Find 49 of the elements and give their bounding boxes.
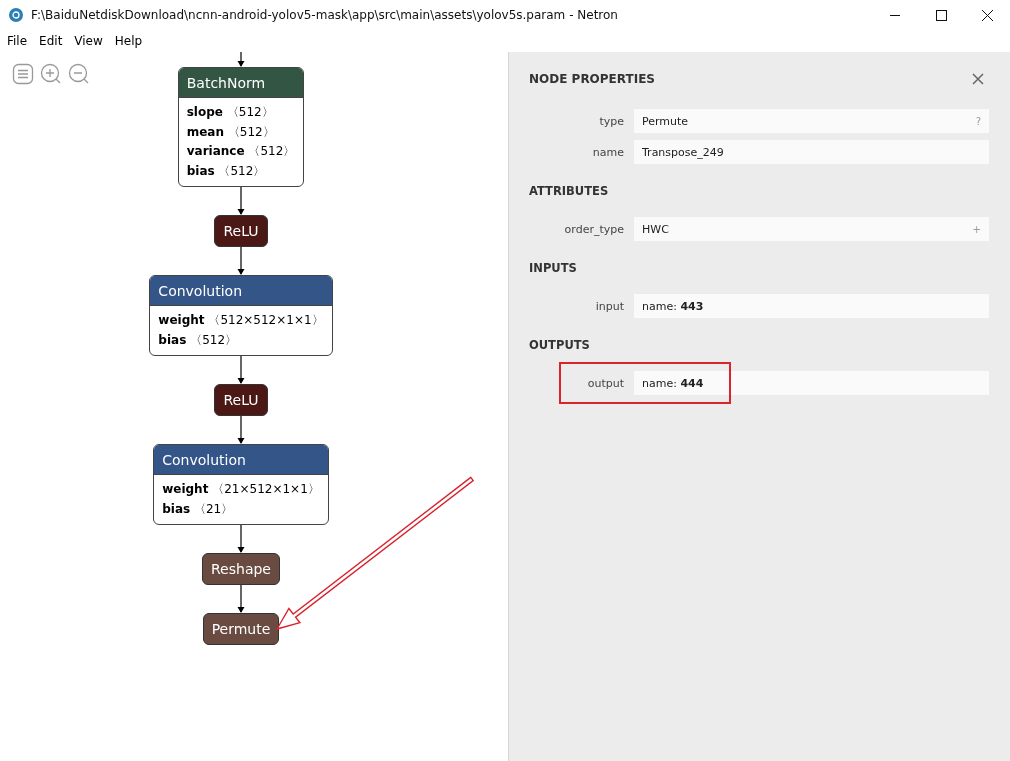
window-title: F:\BaiduNetdiskDownload\ncnn-android-yolov5-mask\app\src\main\assets\yolov5s.param - Netron (31, 8, 619, 22)
node-attribute: slope 〈512〉 (186, 104, 275, 121)
menu-icon[interactable] (12, 63, 34, 85)
graph-node[interactable]: Permute (202, 613, 280, 645)
edge-arrow (236, 52, 246, 67)
node-attribute: bias 〈512〉 (158, 331, 239, 349)
node-attribute: variance 〈512〉 (186, 143, 296, 160)
node-attribute: mean 〈512〉 (186, 123, 276, 141)
property-label: name (591, 145, 624, 159)
menu-item[interactable]: Help (114, 34, 143, 48)
menu-item[interactable]: View (74, 34, 103, 48)
graph-node[interactable]: Reshape (202, 553, 280, 585)
panel-title: NODE PROPERTIES (529, 72, 655, 86)
zoom-out-icon[interactable] (68, 63, 90, 85)
edge-arrow (236, 187, 246, 215)
property-field[interactable]: HWC + (634, 217, 989, 241)
node-attribute: bias 〈21〉 (162, 500, 235, 518)
node-title: BatchNorm (186, 75, 266, 91)
node-attribute: weight 〈21×512×1×1〉 (162, 481, 320, 498)
edge-arrow (236, 247, 246, 275)
graph-node[interactable]: ReLU (214, 384, 268, 416)
property-label: order_type (563, 222, 624, 236)
edge-arrow (236, 416, 246, 444)
graph-node[interactable]: BatchNorm slope 〈512〉 mean 〈512〉 variance 〈512〉 bias 〈512〉 (177, 67, 305, 187)
section-title: OUTPUTS (529, 338, 591, 352)
menu-item[interactable]: Edit (39, 34, 63, 48)
node-title: Convolution (162, 452, 246, 468)
graph-node[interactable]: Convolution weight 〈21×512×1×1〉 bias 〈21〉 (153, 444, 329, 525)
edge-arrow (236, 525, 246, 553)
section-title: INPUTS (529, 261, 578, 275)
app-icon (9, 8, 23, 22)
property-field[interactable]: Transpose_249 (634, 140, 989, 164)
node-title: Convolution (158, 283, 242, 299)
property-label: type (598, 114, 624, 128)
property-field[interactable]: name: 444 (634, 371, 989, 395)
graph-node[interactable]: ReLU (214, 215, 268, 247)
property-label: output (586, 376, 624, 390)
graph-node[interactable]: Convolution weight 〈512×512×1×1〉 bias 〈512〉 (149, 275, 333, 356)
node-attribute: bias 〈512〉 (186, 162, 267, 180)
zoom-in-icon[interactable] (40, 63, 62, 85)
edge-arrow (236, 356, 246, 384)
close-icon[interactable] (972, 73, 984, 85)
property-field[interactable]: name: 443 (634, 294, 989, 318)
menu-item[interactable]: File (7, 34, 28, 48)
section-title: ATTRIBUTES (529, 184, 610, 198)
property-label: input (594, 299, 624, 313)
node-attribute: weight 〈512×512×1×1〉 (158, 312, 324, 329)
property-field[interactable]: Permute ? (634, 109, 989, 133)
edge-arrow (236, 585, 246, 613)
